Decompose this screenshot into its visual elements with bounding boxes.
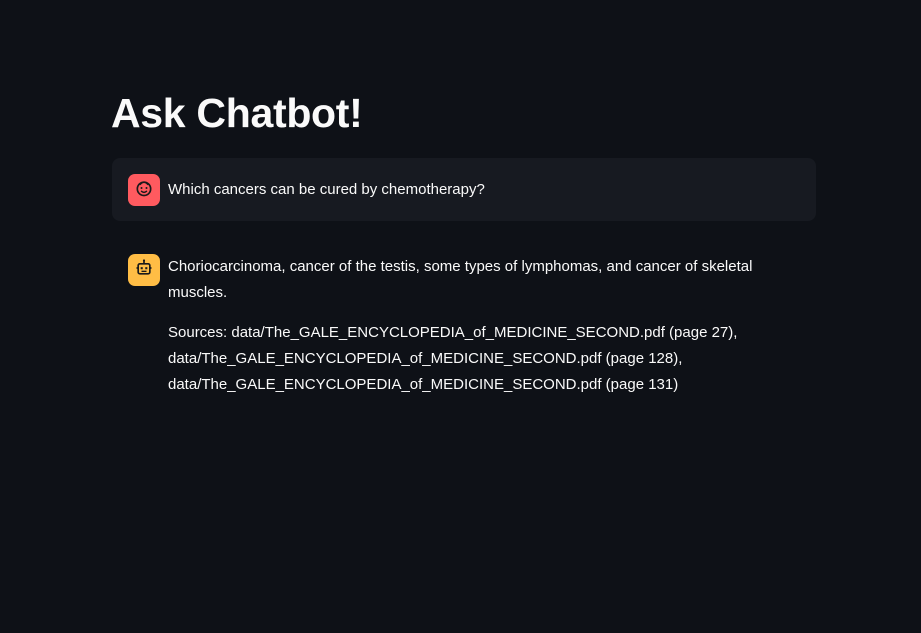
user-avatar: [128, 174, 160, 206]
sources-text: Sources: data/The_GALE_ENCYCLOPEDIA_of_M…: [168, 320, 800, 398]
face-icon: [134, 178, 154, 203]
source-line: data/The_GALE_ENCYCLOPEDIA_of_MEDICINE_S…: [168, 376, 679, 393]
app-main: Ask Chatbot! Which cancers can be cured …: [0, 0, 921, 633]
assistant-message-content: Choriocarcinoma, cancer of the testis, s…: [168, 254, 800, 398]
assistant-avatar: [128, 254, 160, 286]
source-line: Sources: data/The_GALE_ENCYCLOPEDIA_of_M…: [168, 324, 738, 341]
user-message-text: Which cancers can be cured by chemothera…: [168, 181, 485, 198]
assistant-chat-message: Choriocarcinoma, cancer of the testis, s…: [112, 238, 816, 414]
assistant-answer-text: Choriocarcinoma, cancer of the testis, s…: [168, 258, 753, 301]
source-line: data/The_GALE_ENCYCLOPEDIA_of_MEDICINE_S…: [168, 350, 683, 367]
user-chat-message: Which cancers can be cured by chemothera…: [112, 158, 816, 221]
page-title: Ask Chatbot!: [111, 90, 363, 136]
robot-icon: [134, 258, 154, 283]
